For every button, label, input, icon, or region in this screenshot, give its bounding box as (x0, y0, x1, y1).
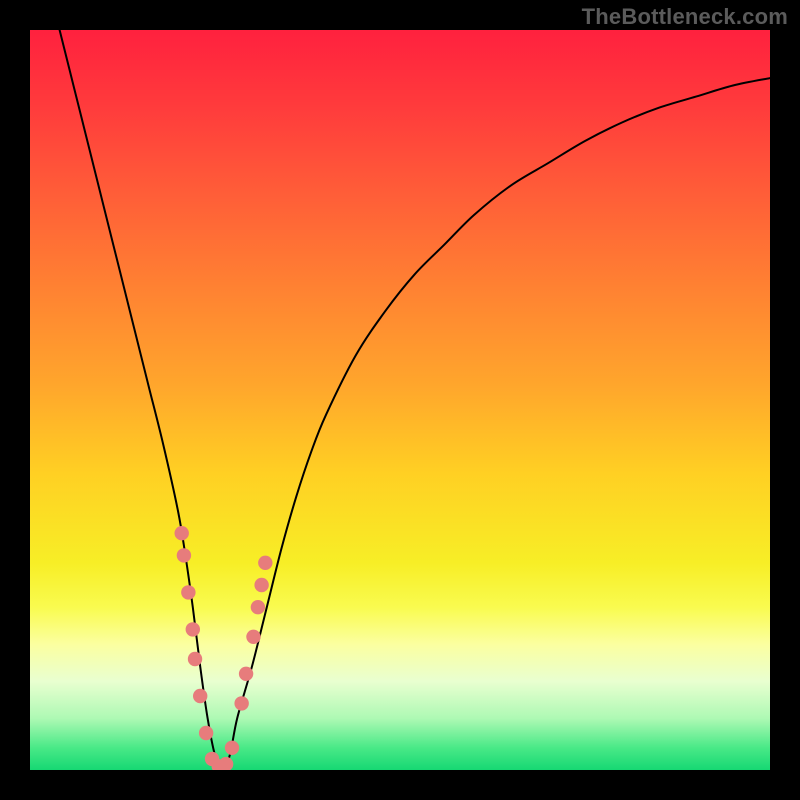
data-marker (239, 667, 253, 681)
data-marker (246, 630, 260, 644)
data-marker (181, 585, 195, 599)
data-marker (234, 696, 248, 710)
data-marker (219, 757, 233, 770)
outer-frame: TheBottleneck.com (0, 0, 800, 800)
data-marker (251, 600, 265, 614)
data-marker (254, 578, 268, 592)
data-markers (175, 526, 273, 770)
plot-area (30, 30, 770, 770)
data-marker (188, 652, 202, 666)
data-marker (225, 741, 239, 755)
watermark-text: TheBottleneck.com (582, 4, 788, 30)
data-marker (193, 689, 207, 703)
bottleneck-curve (60, 30, 770, 770)
data-marker (199, 726, 213, 740)
data-marker (175, 526, 189, 540)
data-marker (177, 548, 191, 562)
data-marker (186, 622, 200, 636)
data-marker (258, 556, 272, 570)
chart-svg (30, 30, 770, 770)
